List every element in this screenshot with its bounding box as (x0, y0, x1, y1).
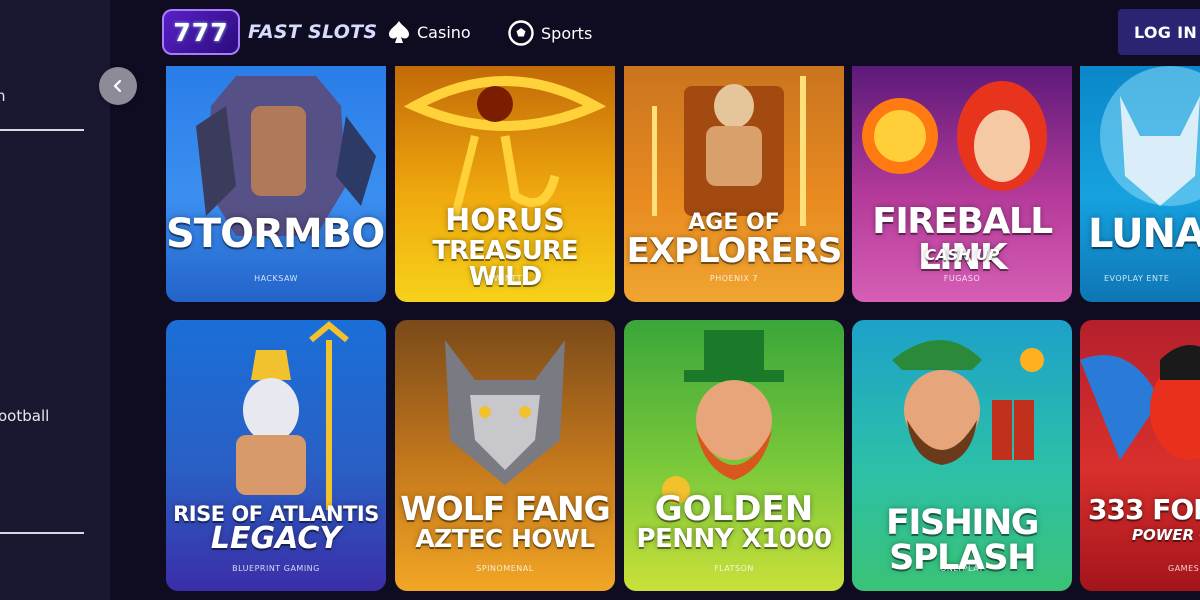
game-tile-age-of-explorers[interactable]: AGE OF EXPLORERS PHOENIX 7 (624, 66, 844, 302)
spade-icon (388, 20, 410, 44)
game-title: HORUS (445, 203, 565, 238)
game-title: GOLDEN (654, 489, 814, 529)
game-subtitle: LEGACY (210, 521, 342, 556)
logo-badge: 777 (162, 9, 240, 55)
game-tile-golden-penny[interactable]: GOLDEN PENNY X1000 FLATSON (624, 320, 844, 591)
game-title: FIREBALL LINK (872, 201, 1053, 278)
game-tile-rise-of-atlantis-legacy[interactable]: RISE OF ATLANTIS LEGACY BLUEPRINT GAMING (166, 320, 386, 591)
game-tile-fishing-splash[interactable]: FISHING SPLASH ONLYPLAY (852, 320, 1072, 591)
sidebar-divider (0, 129, 84, 131)
login-button[interactable]: LOG IN (1118, 9, 1200, 55)
soccer-ball-icon (508, 20, 534, 46)
game-subtitle: POWER C (1132, 526, 1200, 544)
nav-sports[interactable]: Sports (508, 20, 592, 46)
chevron-left-icon (113, 79, 122, 93)
nav-sports-label: Sports (541, 23, 593, 43)
game-grid: STORMBORN HACKSAW HORUS TREASURE WILD SW… (0, 0, 1200, 600)
game-tile-333-fortune[interactable]: 333 FORTUN POWER C GAMES GL (1080, 320, 1200, 591)
game-provider: EVOPLAY ENTE (1104, 274, 1170, 283)
game-title: WOLF FANG (400, 489, 611, 528)
game-provider: SPINOMENAL (476, 564, 534, 573)
game-title: 333 FORTUN (1088, 493, 1200, 526)
nav-casino-label: Casino (417, 22, 471, 42)
game-art (1100, 66, 1200, 206)
top-header: 777 FAST SLOTS Casino Sports LOG IN (110, 0, 1200, 66)
sidebar-divider (0, 532, 84, 534)
game-provider: HACKSAW (254, 274, 298, 283)
logo-text: FAST SLOTS (248, 21, 378, 43)
game-provider: FLATSON (714, 564, 754, 573)
game-tile-horus-treasure-wild[interactable]: HORUS TREASURE WILD SWINTT (395, 66, 615, 302)
game-subtitle: CASH UP (924, 246, 1000, 264)
game-subtitle: PENNY X1000 (636, 524, 832, 554)
nav-casino[interactable]: Casino (388, 20, 471, 44)
game-title: STORMBORN (166, 211, 386, 257)
game-art (196, 76, 376, 236)
game-art (1080, 345, 1200, 460)
game-tile-wolf-fang-aztec-howl[interactable]: WOLF FANG AZTEC HOWL SPINOMENAL (395, 320, 615, 591)
game-provider: BLUEPRINT GAMING (232, 564, 320, 573)
game-provider: SWINTT (488, 274, 522, 283)
sidebar: n ootball (0, 0, 110, 600)
game-provider: ONLYPLAY (940, 564, 984, 573)
game-tile-fireball-link[interactable]: FIREBALL LINK CASH UP FUGASO (852, 66, 1072, 302)
game-title: LUNAR W (1088, 211, 1200, 257)
game-provider: GAMES GL (1168, 564, 1200, 573)
site-logo[interactable]: 777 FAST SLOTS (162, 9, 377, 55)
game-provider: PHOENIX 7 (709, 274, 759, 283)
game-tile-lunar-wolf[interactable]: LUNAR W EVOPLAY ENTE (1080, 66, 1200, 302)
game-provider: FUGASO (943, 274, 981, 283)
game-subtitle: EXPLORERS (626, 231, 843, 271)
sidebar-item-football[interactable]: ootball (0, 407, 49, 425)
sidebar-collapse-button[interactable] (99, 67, 137, 105)
game-subtitle: AZTEC HOWL (415, 524, 595, 553)
game-tile-stormborn[interactable]: STORMBORN HACKSAW (166, 66, 386, 302)
sidebar-item-label[interactable]: n (0, 87, 6, 105)
